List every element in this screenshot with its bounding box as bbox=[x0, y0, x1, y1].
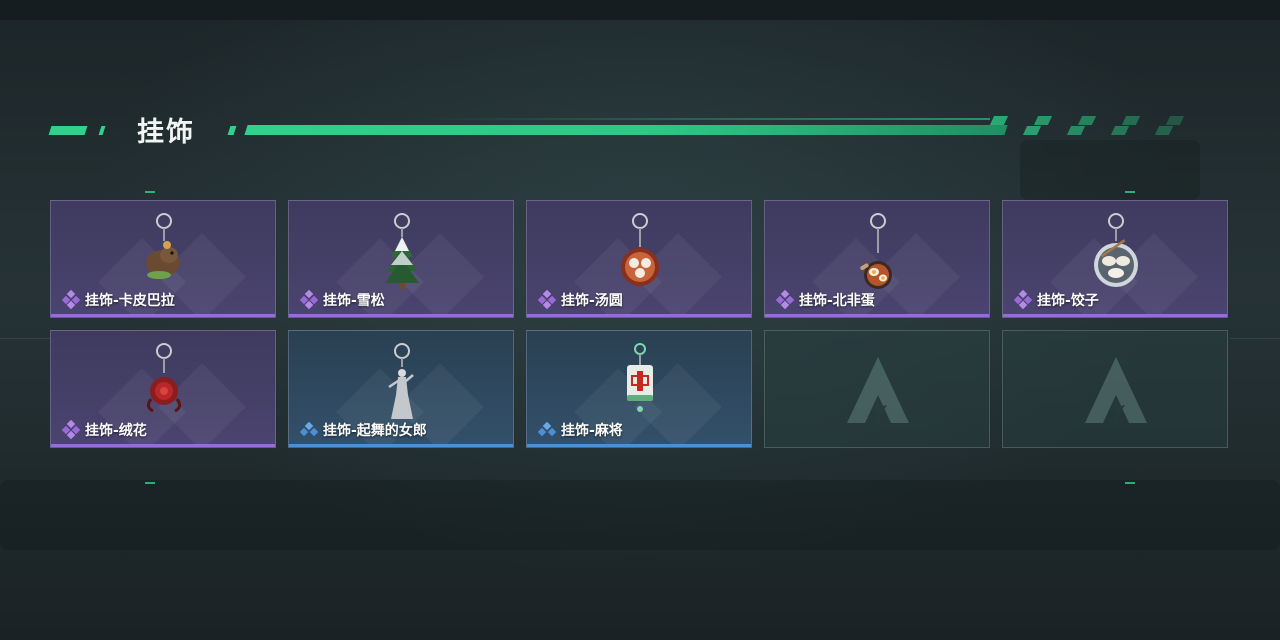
charm-name: 挂饰-汤圆 bbox=[561, 293, 623, 309]
charm-card-dancing-lady[interactable]: 挂饰-起舞的女郎 bbox=[288, 330, 514, 448]
rarity-bar bbox=[527, 314, 751, 317]
charm-name: 挂饰-绒花 bbox=[85, 423, 147, 439]
velvet-flower-charm-icon bbox=[146, 343, 182, 413]
charm-name: 挂饰-起舞的女郎 bbox=[323, 423, 427, 439]
rarity-bar bbox=[289, 314, 513, 317]
charm-label: 挂饰-起舞的女郎 bbox=[299, 420, 427, 440]
rarity-bar bbox=[527, 444, 751, 447]
frame-tick bbox=[145, 482, 155, 484]
guide-line bbox=[1230, 338, 1280, 339]
charm-name: 挂饰-北非蛋 bbox=[799, 293, 875, 309]
checker-cell bbox=[1022, 126, 1042, 135]
charm-card-tangyuan[interactable]: 挂饰-汤圆 bbox=[526, 200, 752, 318]
frame-tick bbox=[1125, 482, 1135, 484]
charm-label: 挂饰-麻将 bbox=[537, 420, 623, 440]
checker-cell bbox=[1077, 116, 1097, 125]
frame-tick bbox=[145, 191, 155, 193]
charm-card-snow-pine[interactable]: 挂饰-雪松 bbox=[288, 200, 514, 318]
rarity-bar bbox=[51, 314, 275, 317]
charm-name: 挂饰-麻将 bbox=[561, 423, 623, 439]
header-checker-pattern bbox=[989, 116, 1202, 136]
rarity-purple-icon bbox=[537, 290, 557, 310]
rarity-purple-icon bbox=[61, 290, 81, 310]
checker-cell bbox=[989, 116, 1009, 125]
header-bar bbox=[244, 125, 1008, 135]
empty-slot[interactable] bbox=[1002, 330, 1228, 448]
charm-name: 挂饰-饺子 bbox=[1037, 293, 1099, 309]
checker-cell bbox=[1121, 116, 1141, 125]
snow-pine-charm-icon bbox=[385, 213, 419, 289]
rarity-purple-icon bbox=[775, 290, 795, 310]
charm-label: 挂饰-卡皮巴拉 bbox=[61, 290, 175, 310]
charm-name: 挂饰-雪松 bbox=[323, 293, 385, 309]
charm-label: 挂饰-雪松 bbox=[299, 290, 385, 310]
top-strip bbox=[0, 0, 1280, 20]
guide-line bbox=[0, 338, 50, 339]
charm-label: 挂饰-绒花 bbox=[61, 420, 147, 440]
rarity-purple-icon bbox=[61, 420, 81, 440]
header-thin-line bbox=[420, 118, 990, 120]
empty-slot[interactable] bbox=[764, 330, 990, 448]
checker-cell bbox=[1154, 126, 1174, 135]
rarity-bar bbox=[289, 444, 513, 447]
rarity-bar bbox=[765, 314, 989, 317]
charm-card-velvet-flower[interactable]: 挂饰-绒花 bbox=[50, 330, 276, 448]
header-accent bbox=[48, 126, 88, 135]
rarity-bar bbox=[51, 444, 275, 447]
checker-cell bbox=[1165, 116, 1185, 125]
placeholder-logo-icon bbox=[847, 357, 909, 425]
charm-card-dumpling[interactable]: 挂饰-饺子 bbox=[1002, 200, 1228, 318]
charm-label: 挂饰-饺子 bbox=[1013, 290, 1099, 310]
charm-label: 挂饰-北非蛋 bbox=[775, 290, 875, 310]
rarity-blue-icon bbox=[299, 421, 319, 437]
checker-cell bbox=[1033, 116, 1053, 125]
charm-collection-screen: 挂饰 挂饰-卡皮巴拉 挂饰-雪松 挂饰-汤圆 挂饰-北非蛋 挂饰-饺子 挂饰-绒… bbox=[0, 0, 1280, 640]
dumpling-charm-icon bbox=[1094, 213, 1138, 287]
charm-label: 挂饰-汤圆 bbox=[537, 290, 623, 310]
charm-card-shakshuka[interactable]: 挂饰-北非蛋 bbox=[764, 200, 990, 318]
dancing-lady-charm-icon bbox=[388, 343, 414, 419]
header-accent bbox=[227, 126, 237, 135]
header-accent bbox=[98, 126, 106, 135]
rarity-blue-icon bbox=[537, 421, 557, 437]
rarity-bar bbox=[1003, 314, 1227, 317]
frame-tick bbox=[1125, 191, 1135, 193]
capybara-charm-icon bbox=[146, 213, 180, 279]
section-header: 挂饰 bbox=[0, 108, 1280, 148]
charm-card-capybara[interactable]: 挂饰-卡皮巴拉 bbox=[50, 200, 276, 318]
tangyuan-charm-icon bbox=[621, 213, 659, 286]
checker-cell bbox=[1110, 126, 1130, 135]
shakshuka-charm-icon bbox=[860, 213, 892, 289]
section-title: 挂饰 bbox=[137, 117, 195, 148]
charm-card-mahjong[interactable]: 挂饰-麻将 bbox=[526, 330, 752, 448]
background-shape bbox=[1020, 140, 1200, 200]
mahjong-charm-icon bbox=[627, 343, 653, 412]
background-shape bbox=[0, 480, 1280, 550]
checker-cell bbox=[1066, 126, 1086, 135]
rarity-purple-icon bbox=[1013, 290, 1033, 310]
rarity-purple-icon bbox=[299, 290, 319, 310]
charm-name: 挂饰-卡皮巴拉 bbox=[85, 293, 175, 309]
placeholder-logo-icon bbox=[1085, 357, 1147, 425]
